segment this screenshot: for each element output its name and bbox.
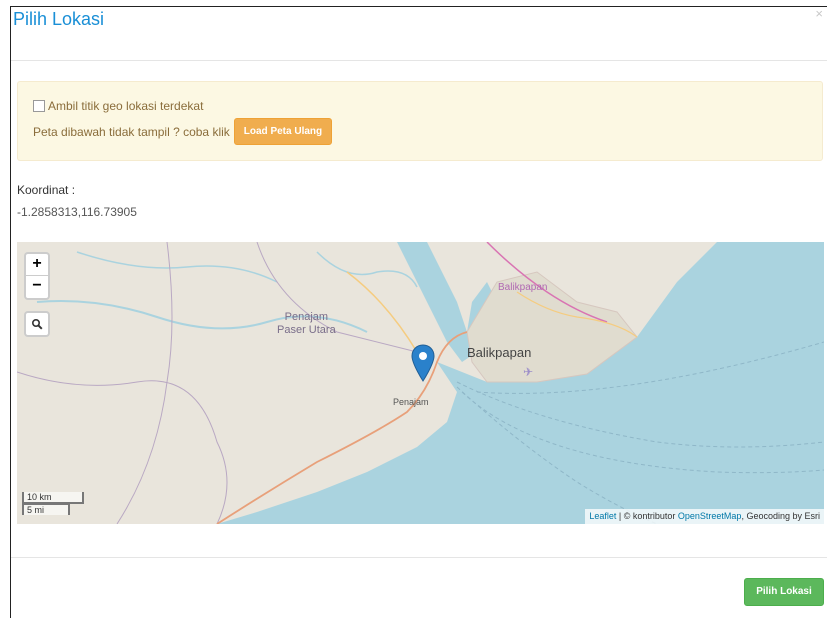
- coordinate-value: -1.2858313,116.73905: [17, 205, 137, 219]
- zoom-control: + −: [24, 252, 50, 300]
- geo-location-checkbox[interactable]: [33, 100, 45, 112]
- map-label-balikpapan-city: Balikpapan: [467, 345, 532, 360]
- frame-left-border: [10, 6, 11, 618]
- magnifier-icon: [31, 318, 43, 330]
- map-scale: 10 km 5 mi: [22, 492, 84, 515]
- scale-imperial: 5 mi: [22, 503, 70, 515]
- map-label-penajam: Penajam: [393, 397, 429, 407]
- close-icon[interactable]: ×: [815, 6, 823, 22]
- map-label-balikpapan-district: Balikpapan: [498, 282, 548, 293]
- pick-location-button[interactable]: Pilih Lokasi: [744, 578, 824, 606]
- header-divider: [11, 60, 827, 61]
- modal-title: Pilih Lokasi: [13, 9, 105, 29]
- reload-hint-text: Peta dibawah tidak tampil ? coba klik: [33, 124, 230, 139]
- frame-top-border: [10, 6, 827, 7]
- geocoding-credit: , Geocoding by Esri: [741, 511, 820, 521]
- map-label-penajam-paser-utara: Penajam Paser Utara: [277, 311, 336, 336]
- coordinate-label: Koordinat :: [17, 183, 76, 197]
- svg-text:✈: ✈: [523, 365, 533, 379]
- warning-alert: Ambil titik geo lokasi terdekat Peta dib…: [17, 81, 823, 161]
- geo-location-label: Ambil titik geo lokasi terdekat: [48, 99, 204, 113]
- osm-link[interactable]: OpenStreetMap: [678, 511, 742, 521]
- footer-divider: [11, 557, 827, 558]
- leaflet-link[interactable]: Leaflet: [589, 511, 616, 521]
- location-marker-icon[interactable]: [411, 344, 435, 382]
- map-container[interactable]: ✈ + − Penajam Paser Utara Balikpapan Bal…: [17, 242, 824, 524]
- map-search-button[interactable]: [24, 311, 50, 337]
- attribution-separator: | © kontributor: [616, 511, 678, 521]
- location-picker-modal: Pilih Lokasi × Ambil titik geo lokasi te…: [0, 0, 827, 618]
- reload-map-button[interactable]: Load Peta Ulang: [233, 118, 333, 145]
- reload-row: Peta dibawah tidak tampil ? coba klik Lo…: [33, 118, 333, 145]
- zoom-out-button[interactable]: −: [26, 276, 48, 298]
- geo-location-option[interactable]: Ambil titik geo lokasi terdekat: [33, 99, 203, 113]
- map-tiles: ✈: [17, 242, 824, 524]
- map-attribution: Leaflet | © kontributor OpenStreetMap, G…: [585, 509, 824, 524]
- zoom-in-button[interactable]: +: [26, 254, 48, 276]
